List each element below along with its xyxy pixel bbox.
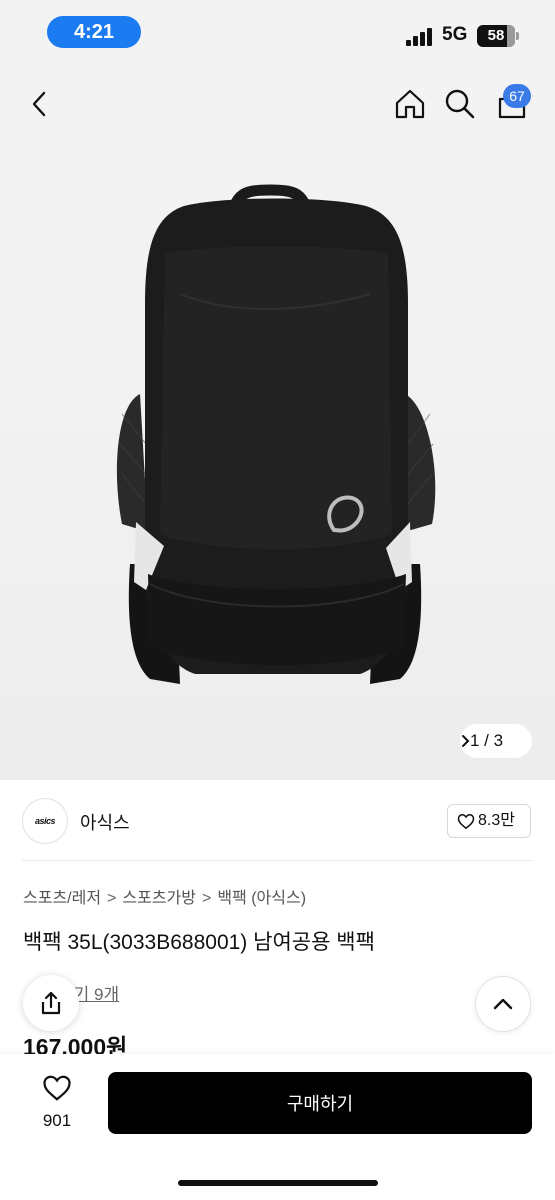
- share-icon: [41, 991, 61, 1015]
- breadcrumb: 스포츠/레저 > 스포츠가방 > 백팩 (아식스): [23, 884, 306, 908]
- wishlist-button[interactable]: 901: [30, 1074, 84, 1134]
- status-time: 4:21: [47, 16, 141, 48]
- home-button[interactable]: [390, 84, 430, 124]
- brand-logo[interactable]: asics: [22, 798, 68, 844]
- image-pager[interactable]: 1 / 3: [460, 724, 532, 758]
- pager-text: 1 / 3: [470, 731, 504, 750]
- breadcrumb-separator: >: [202, 890, 212, 907]
- home-indicator: [178, 1180, 378, 1186]
- back-button[interactable]: [20, 84, 60, 124]
- cart-count-badge: 67: [503, 84, 531, 108]
- share-button[interactable]: [23, 975, 79, 1031]
- wishlist-count: 901: [42, 1111, 72, 1130]
- search-button[interactable]: [440, 84, 480, 124]
- search-icon: [445, 89, 475, 119]
- bottom-action-bar: 901 구매하기: [0, 1054, 555, 1200]
- chevron-right-icon: [462, 735, 470, 747]
- heart-icon: [457, 813, 475, 830]
- buy-button[interactable]: 구매하기: [108, 1072, 532, 1134]
- heart-icon: [43, 1075, 71, 1101]
- back-icon: [32, 91, 46, 117]
- breadcrumb-item[interactable]: 백팩 (아식스): [217, 890, 306, 907]
- brand-like-button[interactable]: 8.3만: [447, 804, 531, 838]
- network-type: 5G: [442, 24, 468, 45]
- breadcrumb-item[interactable]: 스포츠가방: [122, 890, 196, 907]
- brand-row: asics 아식스 8.3만: [22, 796, 533, 846]
- chevron-up-icon: [493, 998, 513, 1010]
- brand-name[interactable]: 아식스: [80, 809, 130, 835]
- brand-like-count: 8.3만: [478, 812, 515, 829]
- status-bar: 4:21 5G 58: [0, 0, 555, 64]
- scroll-top-button[interactable]: [475, 976, 531, 1032]
- signal-icon: [406, 28, 434, 46]
- battery-level: 58: [487, 27, 505, 44]
- backpack-image: [116, 184, 436, 684]
- battery-icon: 58: [477, 25, 519, 47]
- product-image-gallery[interactable]: 1 / 3: [0, 144, 555, 780]
- app-header: [0, 64, 555, 144]
- home-icon: [395, 89, 425, 119]
- product-title: 백팩 35L(3033B688001) 남여공용 백팩: [23, 931, 375, 954]
- divider: [22, 860, 533, 861]
- breadcrumb-separator: >: [107, 890, 117, 907]
- breadcrumb-item[interactable]: 스포츠/레저: [23, 890, 101, 907]
